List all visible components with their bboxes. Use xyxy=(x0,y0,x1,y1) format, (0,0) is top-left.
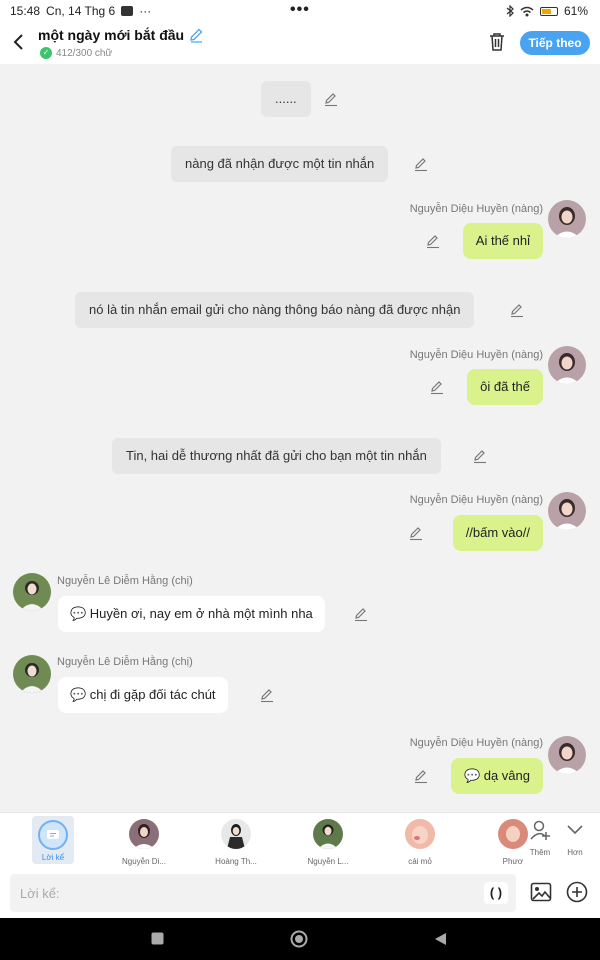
avatar-huyen[interactable] xyxy=(548,492,586,530)
home-icon[interactable] xyxy=(290,930,308,948)
bluetooth-icon xyxy=(506,5,514,17)
narrator-icon xyxy=(38,820,68,850)
character-cai-mo[interactable]: cái mỏ xyxy=(383,817,457,866)
other-message-bubble[interactable]: 💬 Huyền ơi, nay em ở nhà một mình nha xyxy=(58,596,325,632)
narration-bubble[interactable]: Tin, hai dễ thương nhất đã gửi cho bạn m… xyxy=(112,438,441,474)
chat-area[interactable]: ...... nàng đã nhận được một tin nhắn Ng… xyxy=(0,64,600,812)
next-button[interactable]: Tiếp theo xyxy=(520,31,590,55)
character-avatar xyxy=(221,819,251,849)
edit-pencil-icon[interactable] xyxy=(509,302,525,318)
story-title-text: một ngày mới bắt đầu xyxy=(38,27,185,43)
avatar-huyen[interactable] xyxy=(548,346,586,384)
edit-pencil-icon[interactable] xyxy=(353,606,369,622)
more-notifications-icon: ··· xyxy=(139,4,152,18)
status-date: Cn, 14 Thg 6 xyxy=(46,4,116,18)
edit-pencil-icon[interactable] xyxy=(408,525,424,541)
speaker-name: Nguyễn Diệu Huyền (nàng) xyxy=(409,494,543,506)
character-name: Hoàng Th... xyxy=(215,857,257,866)
my-message-bubble[interactable]: //bấm vào// xyxy=(452,515,543,551)
character-avatar xyxy=(405,819,435,849)
back-arrow-icon[interactable] xyxy=(10,32,28,52)
narrator-label: Lời kể xyxy=(41,853,65,862)
trash-icon[interactable] xyxy=(488,32,506,52)
add-character-button[interactable]: Thêm xyxy=(523,819,557,857)
story-header: một ngày mới bắt đầu ✓ 412/300 chữ Tiếp … xyxy=(0,22,600,64)
character-name: Phươ xyxy=(502,857,523,866)
my-message-bubble[interactable]: Ai thế nhỉ xyxy=(462,223,543,259)
speaker-name: Nguyễn Diệu Huyền (nàng) xyxy=(409,737,543,749)
more-label: Hơn xyxy=(567,848,583,857)
edit-title-icon[interactable] xyxy=(188,27,204,43)
narration-bubble[interactable]: nàng đã nhận được một tin nhắn xyxy=(171,146,389,182)
other-message-bubble[interactable]: 💬 chị đi gặp đối tác chút xyxy=(58,677,228,713)
edit-pencil-icon[interactable] xyxy=(413,156,429,172)
action-parentheses-button[interactable]: ( ) xyxy=(484,882,508,904)
check-icon: ✓ xyxy=(40,47,52,59)
character-hoang[interactable]: Hoàng Th... xyxy=(199,817,273,866)
character-selector: Lời kể Nguyễn Di... Hoàng Th... Nguyễn L… xyxy=(0,812,600,868)
speaker-name: Nguyễn Lê Diễm Hằng (chị) xyxy=(57,656,193,668)
character-avatar xyxy=(313,819,343,849)
word-count-text: 412/300 chữ xyxy=(56,47,113,59)
story-title: một ngày mới bắt đầu xyxy=(38,27,204,43)
battery-level: 61% xyxy=(563,4,588,18)
narration-bubble[interactable]: ...... xyxy=(261,81,311,117)
edit-pencil-icon[interactable] xyxy=(472,448,488,464)
edit-pencil-icon[interactable] xyxy=(259,687,275,703)
character-name: Nguyễn Di... xyxy=(121,857,167,866)
speaker-name: Nguyễn Diệu Huyền (nàng) xyxy=(409,349,543,361)
narrator-tab[interactable]: Lời kể xyxy=(32,816,74,864)
battery-icon xyxy=(539,6,558,16)
recents-icon[interactable] xyxy=(151,932,164,945)
add-person-icon xyxy=(530,820,550,840)
more-button[interactable]: Hơn xyxy=(558,819,592,857)
multiwindow-dots[interactable]: ••• xyxy=(290,1,310,19)
add-label: Thêm xyxy=(529,848,551,857)
avatar-huyen[interactable] xyxy=(548,736,586,774)
composer: ( ) xyxy=(0,868,600,918)
edit-pencil-icon[interactable] xyxy=(413,768,429,784)
back-triangle-icon[interactable] xyxy=(434,932,447,946)
character-huyen[interactable]: Nguyễn Di... xyxy=(107,817,181,866)
plus-circle-icon[interactable] xyxy=(566,881,588,903)
character-name: Nguyễn L... xyxy=(307,857,349,866)
character-hang[interactable]: Nguyễn L... xyxy=(291,817,365,866)
app-notification-icon xyxy=(121,6,134,16)
edit-pencil-icon[interactable] xyxy=(425,233,441,249)
avatar-huyen[interactable] xyxy=(548,200,586,238)
character-phuong[interactable]: Phươ xyxy=(475,817,528,866)
speaker-name: Nguyễn Lê Diễm Hằng (chị) xyxy=(57,575,193,587)
speaker-name: Nguyễn Diệu Huyền (nàng) xyxy=(409,203,543,215)
word-count: ✓ 412/300 chữ xyxy=(40,47,112,59)
wifi-icon xyxy=(520,6,534,16)
character-name: cái mỏ xyxy=(408,857,432,866)
status-bar: 15:48 Cn, 14 Thg 6 ··· ••• 61% xyxy=(0,0,600,22)
status-time: 15:48 xyxy=(10,4,41,18)
image-icon[interactable] xyxy=(530,882,552,902)
avatar-hang[interactable] xyxy=(13,655,51,693)
character-avatar xyxy=(129,819,159,849)
narration-input[interactable] xyxy=(10,874,516,912)
edit-pencil-icon[interactable] xyxy=(429,379,445,395)
my-message-bubble[interactable]: ôi đã thế xyxy=(467,369,543,405)
chevron-down-icon xyxy=(567,825,583,835)
my-message-bubble[interactable]: 💬 dạ vâng xyxy=(450,758,543,794)
system-nav-bar xyxy=(0,918,600,960)
edit-pencil-icon[interactable] xyxy=(323,91,339,107)
narration-bubble[interactable]: nó là tin nhắn email gửi cho nàng thông … xyxy=(75,292,475,328)
avatar-hang[interactable] xyxy=(13,573,51,611)
